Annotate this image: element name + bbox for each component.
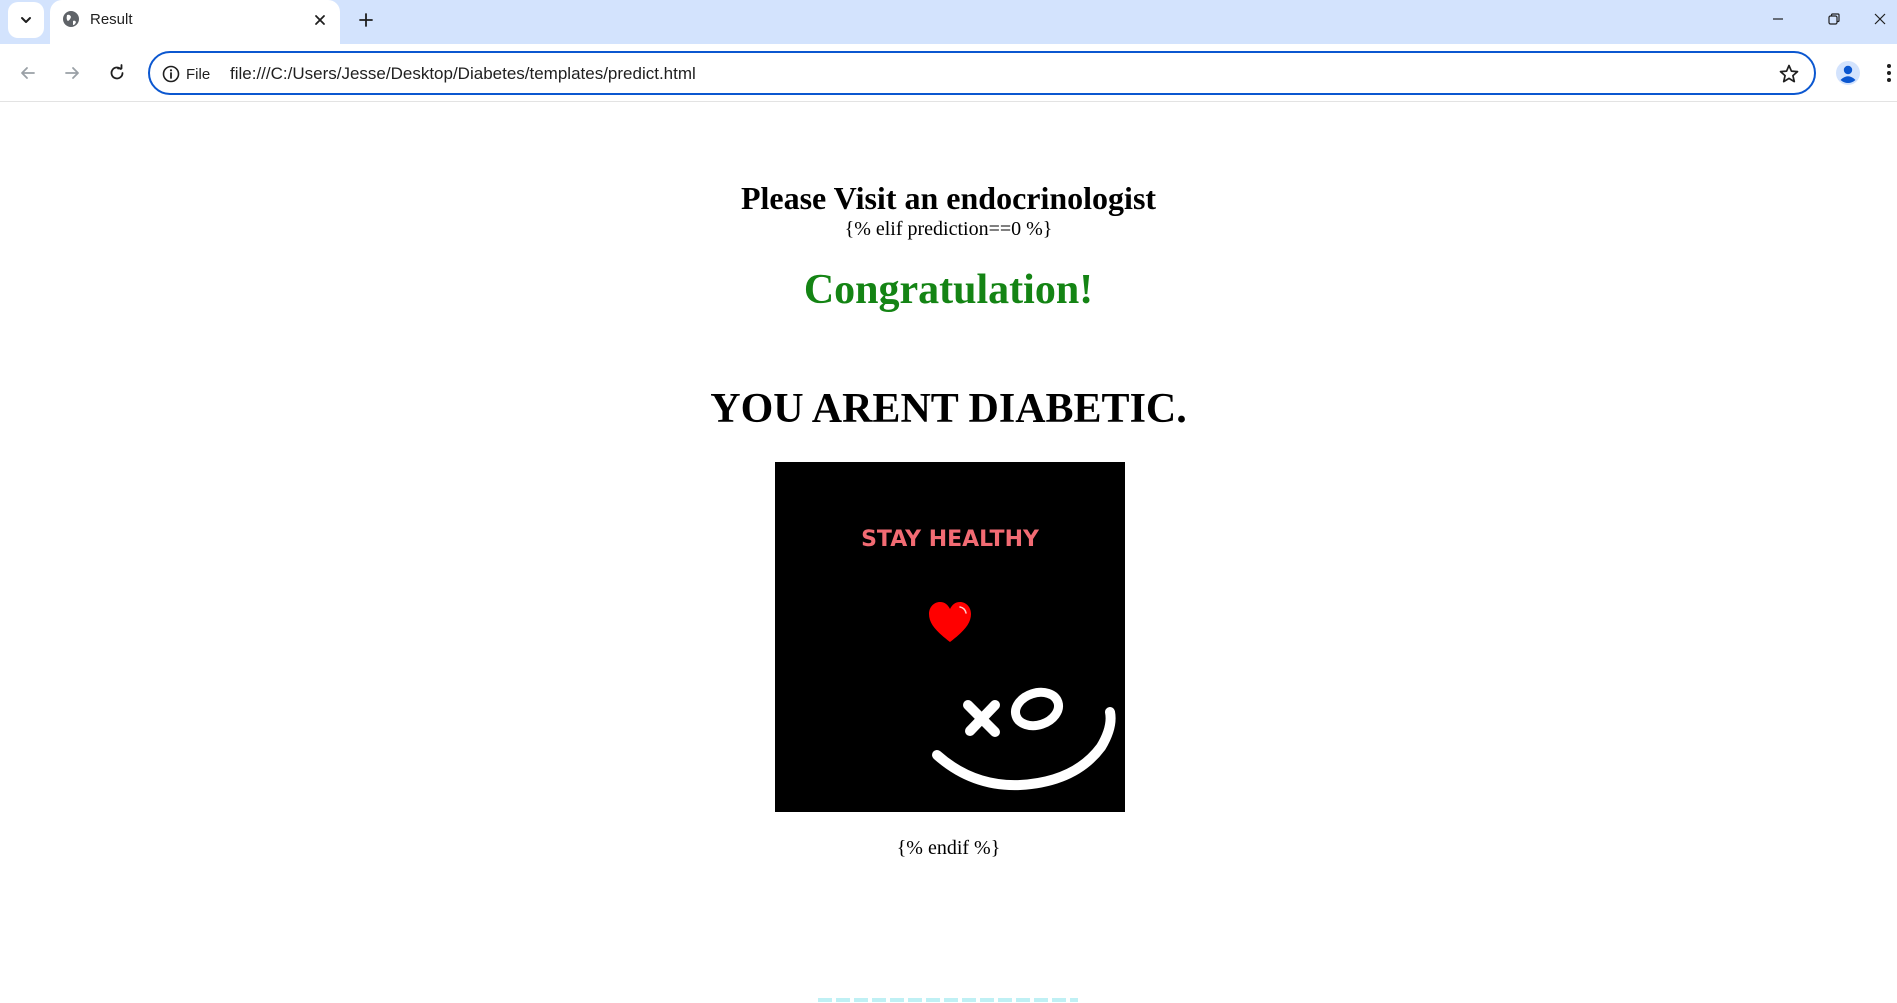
tab-close-button[interactable] bbox=[310, 10, 330, 30]
plus-icon bbox=[359, 13, 373, 27]
arrow-left-icon bbox=[21, 67, 35, 79]
close-icon bbox=[315, 15, 325, 25]
info-icon bbox=[162, 65, 180, 83]
reload-button[interactable] bbox=[101, 57, 133, 89]
new-tab-button[interactable] bbox=[352, 6, 380, 34]
congrats-heading: Congratulation! bbox=[803, 267, 1094, 313]
tab-title: Result bbox=[90, 11, 133, 28]
restore-button[interactable] bbox=[1806, 0, 1862, 38]
reload-icon bbox=[110, 64, 124, 80]
page-viewport: Please Visit an endocrinologist {% elif … bbox=[0, 103, 1897, 1003]
globe-icon bbox=[63, 11, 79, 27]
stay-healthy-image: STAY HEALTHY bbox=[775, 462, 1125, 812]
bookmark-button[interactable] bbox=[1778, 63, 1800, 85]
image-caption: STAY HEALTHY bbox=[861, 527, 1039, 552]
visit-heading: Please Visit an endocrinologist bbox=[740, 180, 1157, 216]
url-text[interactable]: file:///C:/Users/Jesse/Desktop/Diabetes/… bbox=[230, 64, 696, 84]
minimize-button[interactable] bbox=[1750, 0, 1806, 38]
restore-icon bbox=[1828, 13, 1840, 25]
site-info-button[interactable]: File bbox=[162, 63, 210, 85]
template-elif-text: {% elif prediction==0 %} bbox=[844, 218, 1053, 240]
heart-icon bbox=[929, 602, 971, 642]
site-info-label: File bbox=[186, 65, 211, 83]
profile-button[interactable] bbox=[1832, 57, 1864, 89]
minimize-icon bbox=[1773, 18, 1783, 20]
forward-button[interactable] bbox=[56, 57, 88, 89]
xo-smile-drawing bbox=[932, 687, 1116, 791]
template-endif-text: {% endif %} bbox=[896, 837, 1001, 859]
kebab-menu-icon bbox=[1886, 64, 1891, 82]
chevron-down-icon bbox=[21, 17, 31, 23]
back-button[interactable] bbox=[12, 57, 44, 89]
browser-toolbar: File file:///C:/Users/Jesse/Desktop/Diab… bbox=[0, 44, 1897, 102]
tab-strip: Result bbox=[0, 0, 1897, 44]
tab-active[interactable]: Result bbox=[50, 0, 340, 44]
tab-search-button[interactable] bbox=[8, 2, 44, 38]
person-icon bbox=[1836, 61, 1860, 85]
result-heading: YOU ARENT DIABETIC. bbox=[710, 386, 1187, 432]
close-window-button[interactable] bbox=[1862, 0, 1897, 38]
address-bar[interactable]: File file:///C:/Users/Jesse/Desktop/Diab… bbox=[148, 51, 1816, 95]
star-icon bbox=[1779, 64, 1799, 83]
browser-menu-button[interactable] bbox=[1880, 57, 1897, 89]
arrow-right-icon bbox=[65, 67, 79, 79]
faded-link-text bbox=[818, 998, 1078, 1002]
close-icon bbox=[1874, 13, 1885, 25]
